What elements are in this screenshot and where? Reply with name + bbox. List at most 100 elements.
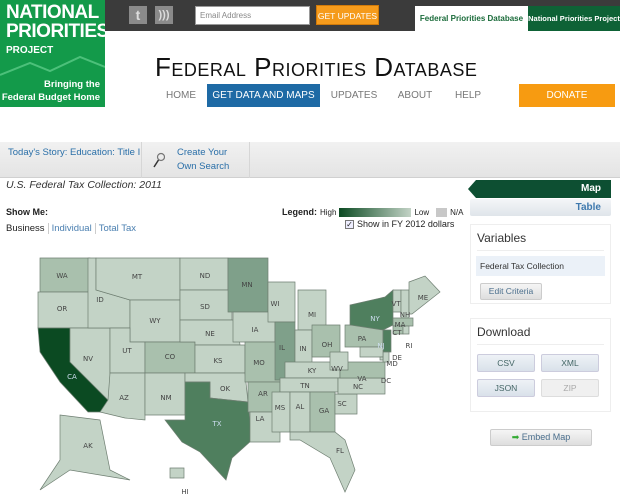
xml-button[interactable]: XML bbox=[541, 354, 599, 372]
zip-button[interactable]: ZIP bbox=[541, 379, 599, 397]
state-label-al: AL bbox=[296, 403, 305, 411]
state-label-wv: WV bbox=[331, 365, 343, 373]
state-label-dc: DC bbox=[381, 377, 391, 385]
state-label-sc: SC bbox=[337, 400, 346, 408]
state-label-ks: KS bbox=[213, 357, 223, 365]
nav-help[interactable]: HELP bbox=[446, 84, 490, 107]
state-label-nd: ND bbox=[200, 272, 211, 280]
story-bar: Today's Story: Education: Title I Create… bbox=[0, 142, 620, 178]
nav-about[interactable]: ABOUT bbox=[392, 84, 438, 107]
state-label-nv: NV bbox=[83, 355, 93, 363]
donate-button[interactable]: DONATE bbox=[519, 84, 615, 107]
state-label-ok: OK bbox=[220, 385, 231, 393]
twitter-icon[interactable]: t bbox=[129, 6, 147, 24]
state-label-ri: RI bbox=[406, 342, 413, 350]
state-label-nm: NM bbox=[160, 394, 171, 402]
state-label-oh: OH bbox=[322, 341, 333, 349]
option-business[interactable]: Business bbox=[6, 223, 48, 234]
state-label-vt: VT bbox=[391, 300, 401, 308]
state-label-ar: AR bbox=[258, 390, 268, 398]
state-label-ny: NY bbox=[370, 315, 380, 323]
state-label-sd: SD bbox=[200, 303, 210, 311]
state-al[interactable] bbox=[289, 391, 311, 433]
nav-updates[interactable]: UPDATES bbox=[326, 84, 382, 107]
state-dc[interactable] bbox=[379, 356, 384, 361]
state-label-fl: FL bbox=[336, 447, 344, 455]
state-label-tn: TN bbox=[299, 382, 310, 390]
state-label-mt: MT bbox=[132, 273, 143, 281]
edit-criteria-button[interactable]: Edit Criteria bbox=[480, 283, 542, 300]
state-label-id: ID bbox=[96, 296, 103, 304]
fy-dollars-checkbox[interactable]: ✓ Show in FY 2012 dollars bbox=[345, 219, 454, 229]
state-label-wy: WY bbox=[149, 317, 161, 325]
checkbox[interactable]: ✓ bbox=[345, 219, 354, 229]
tax-type-options: Business Individual Total Tax bbox=[6, 223, 140, 234]
map-title: U.S. Federal Tax Collection: 2011 bbox=[6, 179, 162, 191]
state-ak[interactable] bbox=[39, 414, 131, 491]
state-label-ak: AK bbox=[83, 442, 93, 450]
state-label-ky: KY bbox=[308, 367, 317, 375]
state-label-tx: TX bbox=[211, 420, 221, 428]
state-label-wa: WA bbox=[56, 272, 68, 280]
csv-button[interactable]: CSV bbox=[477, 354, 535, 372]
state-label-hi: HI bbox=[181, 488, 188, 496]
state-label-ct: CT bbox=[392, 329, 402, 337]
state-ms[interactable] bbox=[271, 391, 291, 433]
download-panel: Download CSV XML JSON ZIP bbox=[470, 318, 611, 412]
state-label-ga: GA bbox=[319, 407, 329, 415]
option-total-tax[interactable]: Total Tax bbox=[94, 223, 140, 234]
state-label-mi: MI bbox=[308, 311, 316, 319]
state-label-ne: NE bbox=[205, 330, 215, 338]
state-label-ma: MA bbox=[395, 321, 406, 329]
state-label-az: AZ bbox=[119, 394, 129, 402]
state-mi[interactable] bbox=[297, 289, 327, 331]
state-label-wi: WI bbox=[271, 300, 280, 308]
state-label-ut: UT bbox=[122, 347, 132, 355]
state-label-mo: MO bbox=[253, 359, 265, 367]
tab-table[interactable]: Table bbox=[470, 199, 611, 216]
state-label-nc: NC bbox=[353, 383, 363, 391]
legend-gradient bbox=[339, 207, 412, 217]
show-me-label: Show Me: bbox=[6, 207, 48, 217]
state-label-co: CO bbox=[165, 353, 176, 361]
email-input[interactable]: Email Address bbox=[195, 6, 310, 25]
state-label-or: OR bbox=[57, 305, 68, 313]
state-label-nj: NJ bbox=[377, 342, 384, 350]
variable-item[interactable]: Federal Tax Collection bbox=[476, 256, 605, 276]
tab-map[interactable]: Map bbox=[468, 180, 611, 198]
us-map: WA OR CA NV ID MT WY UT AZ CO NM ND SD NE KS OK TX MN IA MO… bbox=[37, 257, 441, 496]
variables-panel: Variables Federal Tax Collection Edit Cr… bbox=[470, 224, 611, 304]
search-icon bbox=[153, 152, 165, 168]
tab-national-priorities-project[interactable]: National Priorities Project bbox=[528, 6, 620, 31]
npp-logo[interactable]: NATIONAL PRIORITIES PROJECT Bringing the F… bbox=[0, 0, 109, 107]
state-label-mn: MN bbox=[241, 281, 252, 289]
zigzag-graphic bbox=[0, 55, 105, 76]
state-label-va: VA bbox=[357, 375, 366, 383]
state-label-pa: PA bbox=[358, 335, 367, 343]
state-label-il: IL bbox=[279, 344, 285, 352]
nav-get-data-and-maps[interactable]: GET DATA AND MAPS bbox=[207, 84, 320, 107]
state-label-in: IN bbox=[299, 345, 306, 353]
arrow-right-icon: ➡ bbox=[511, 432, 520, 442]
json-button[interactable]: JSON bbox=[477, 379, 535, 397]
rss-icon[interactable]: ))) bbox=[155, 6, 173, 24]
tab-federal-priorities-database[interactable]: Federal Priorities Database bbox=[415, 6, 528, 32]
create-search-link[interactable]: Create Your Own Search bbox=[177, 146, 229, 174]
option-individual[interactable]: Individual bbox=[47, 223, 95, 234]
get-updates-button[interactable]: GET UPDATES bbox=[316, 5, 379, 25]
todays-story-link[interactable]: Today's Story: Education: Title I bbox=[8, 147, 140, 158]
state-ny[interactable] bbox=[349, 289, 394, 331]
state-fl[interactable] bbox=[289, 431, 356, 493]
embed-map-button[interactable]: ➡ Embed Map bbox=[490, 429, 592, 446]
nav-home[interactable]: HOME bbox=[160, 84, 202, 107]
page-title: Federal Priorities Database bbox=[155, 52, 478, 82]
state-hi[interactable] bbox=[169, 467, 185, 479]
legend: Legend: High Low N/A bbox=[282, 207, 464, 217]
state-label-ia: IA bbox=[252, 326, 259, 334]
state-label-ms: MS bbox=[275, 404, 286, 412]
state-label-md: MD bbox=[386, 360, 397, 368]
legend-na-swatch bbox=[436, 207, 448, 217]
state-label-nh: NH bbox=[400, 311, 411, 319]
state-label-la: LA bbox=[256, 415, 265, 423]
state-label-me: ME bbox=[418, 294, 428, 302]
